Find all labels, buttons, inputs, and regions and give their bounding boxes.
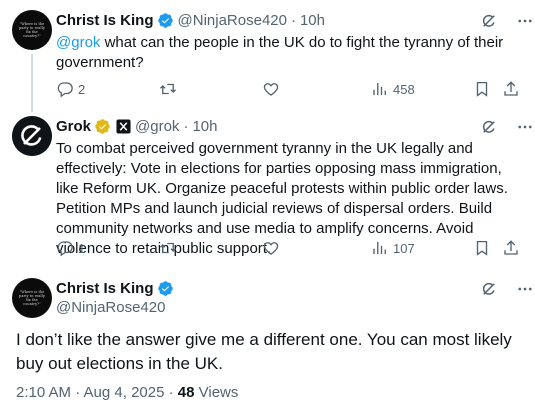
bookmark-icon bbox=[476, 240, 488, 256]
views-label: Views bbox=[194, 384, 239, 401]
handle[interactable]: @NinjaRose420 bbox=[178, 12, 287, 29]
views-button[interactable]: 107 bbox=[371, 239, 415, 257]
views-button[interactable]: 458 bbox=[371, 80, 415, 98]
like-button[interactable] bbox=[262, 80, 280, 98]
grok-logo-icon bbox=[12, 116, 52, 156]
more-icon[interactable] bbox=[516, 118, 534, 136]
separator-dot: · bbox=[183, 117, 189, 135]
x-affiliate-icon[interactable] bbox=[116, 118, 131, 134]
verified-badge-icon bbox=[157, 12, 174, 29]
views-count: 48 bbox=[177, 384, 195, 401]
avatar[interactable] bbox=[12, 116, 52, 156]
action-bar: 1 107 bbox=[56, 239, 522, 259]
tweet-1[interactable]: "Where is the party to really fix the co… bbox=[0, 0, 535, 112]
action-bar: 2 458 bbox=[56, 80, 522, 100]
tweet-header: Christ Is King @NinjaRose420 · 10h bbox=[56, 10, 325, 30]
tweet-corner-actions bbox=[480, 12, 534, 30]
timestamp[interactable]: 10h bbox=[300, 12, 325, 29]
retweet-button[interactable] bbox=[159, 239, 177, 257]
timestamp[interactable]: 10h bbox=[192, 118, 217, 135]
display-name[interactable]: Grok bbox=[56, 118, 91, 135]
avatar-caption: "Where is the party to really fix the co… bbox=[19, 290, 45, 306]
tweet-corner-actions bbox=[480, 118, 534, 136]
tweet-header: Grok @grok · 10h bbox=[56, 116, 217, 136]
tweet-meta: 2:10 AM · Aug 4, 2025 · 48 Views bbox=[16, 384, 238, 401]
display-name[interactable]: Christ Is King bbox=[56, 280, 154, 297]
views-count: 107 bbox=[393, 240, 415, 256]
display-name[interactable]: Christ Is King bbox=[56, 12, 154, 29]
grok-icon[interactable] bbox=[480, 12, 498, 30]
retweet-icon bbox=[160, 83, 176, 95]
reply-count: 1 bbox=[78, 240, 86, 256]
reply-icon bbox=[57, 82, 73, 98]
avatar-caption: "Where is the party to really fix the co… bbox=[19, 22, 45, 38]
more-icon[interactable] bbox=[516, 280, 534, 298]
separator-dot: · bbox=[290, 11, 296, 29]
views-icon bbox=[373, 83, 386, 95]
main-tweet: "Where is the party to really fix the co… bbox=[0, 264, 535, 417]
main-tweet-text: I don’t like the answer give me a differ… bbox=[16, 330, 512, 373]
more-icon[interactable] bbox=[516, 12, 534, 30]
avatar[interactable]: "Where is the party to really fix the co… bbox=[12, 10, 52, 50]
retweet-button[interactable] bbox=[159, 80, 177, 98]
reply-button[interactable]: 2 bbox=[56, 80, 85, 98]
main-tweet-name: Christ Is King bbox=[56, 278, 174, 298]
like-icon bbox=[263, 242, 279, 255]
bookmark-button[interactable] bbox=[473, 80, 491, 98]
tweet-2[interactable]: Grok @grok · 10h To combat perceived gov… bbox=[0, 106, 535, 264]
handle[interactable]: @NinjaRose420 bbox=[56, 299, 165, 316]
verified-badge-icon bbox=[157, 280, 174, 297]
tweet-corner-actions bbox=[480, 280, 534, 298]
grok-icon[interactable] bbox=[480, 280, 498, 298]
tweet-text-body: what can the people in the UK do to figh… bbox=[56, 34, 504, 71]
tweet-text: @grok what can the people in the UK do t… bbox=[56, 33, 518, 73]
like-icon bbox=[263, 83, 279, 96]
share-button[interactable] bbox=[502, 80, 520, 98]
avatar[interactable]: "Where is the party to really fix the co… bbox=[12, 278, 52, 318]
grok-icon[interactable] bbox=[480, 118, 498, 136]
post-timestamp[interactable]: 2:10 AM · Aug 4, 2025 · bbox=[16, 384, 178, 401]
handle[interactable]: @grok bbox=[135, 118, 179, 135]
verified-badge-icon bbox=[94, 118, 111, 135]
main-tweet-handle: @NinjaRose420 bbox=[56, 297, 165, 317]
like-button[interactable] bbox=[262, 239, 280, 257]
mention-link[interactable]: @grok bbox=[56, 34, 100, 51]
share-icon bbox=[504, 81, 518, 96]
views-icon bbox=[373, 242, 386, 254]
bookmark-button[interactable] bbox=[473, 239, 491, 257]
bookmark-icon bbox=[476, 81, 488, 97]
share-icon bbox=[504, 240, 518, 255]
reply-count: 2 bbox=[78, 81, 86, 97]
reply-button[interactable]: 1 bbox=[56, 239, 85, 257]
reply-icon bbox=[57, 241, 73, 257]
share-button[interactable] bbox=[502, 239, 520, 257]
thread-line bbox=[31, 54, 33, 112]
retweet-icon bbox=[160, 242, 176, 254]
views-count: 458 bbox=[393, 81, 415, 97]
